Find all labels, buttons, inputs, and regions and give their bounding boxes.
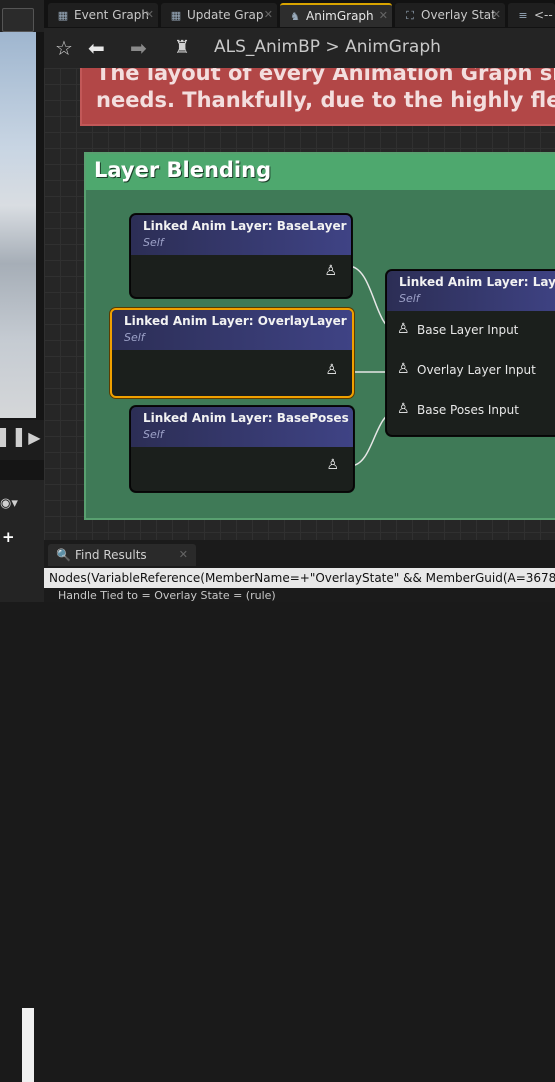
tab-anim-graph[interactable]: ♞ AnimGraph ✕	[280, 3, 392, 27]
node-title: Linked Anim Layer: LayerBl	[399, 275, 555, 289]
find-query-input[interactable]: Nodes(VariableReference(MemberName=+"Ove…	[44, 568, 555, 588]
node-header: Linked Anim Layer: BasePoses Self	[131, 407, 353, 447]
list-icon: ≡	[518, 9, 528, 22]
node-header: Linked Anim Layer: BaseLayer Self	[131, 215, 351, 255]
state-icon: ⛶	[406, 9, 414, 22]
pose-input-pin-icon[interactable]: ♙	[397, 361, 410, 377]
star-icon[interactable]: ☆	[52, 36, 76, 60]
node-subtitle: Self	[143, 428, 164, 441]
play-reverse-icon[interactable]: ▌	[0, 428, 12, 447]
node-title: Linked Anim Layer: BasePoses	[143, 411, 349, 425]
tab-find-results[interactable]: 🔍 Find Results ✕	[48, 544, 196, 566]
eye-icon[interactable]: ◉▾	[0, 496, 18, 511]
node-title: Linked Anim Layer: OverlayLayer	[124, 314, 347, 328]
document-tab-bar: ▦ Event Graph ✕ ▦ Update Grap ✕ ♞ AnimGraph ✕ …	[44, 0, 555, 28]
node-linked-anim-layer-overlaylayer[interactable]: Linked Anim Layer: OverlayLayer Self ♙	[110, 308, 354, 398]
breadcrumb-asset[interactable]: ALS_AnimBP	[214, 37, 320, 57]
node-subtitle: Self	[143, 236, 164, 249]
details-list	[22, 1008, 34, 1082]
viewport-panel: ▌ ▌▶ ◉▾ +	[0, 0, 44, 1082]
pin-label-base-poses-input: Base Poses Input	[417, 403, 519, 417]
viewport-preview[interactable]	[0, 32, 36, 418]
node-title: Linked Anim Layer: BaseLayer	[143, 219, 347, 233]
close-icon[interactable]: ✕	[179, 544, 188, 566]
node-linked-anim-layer-baselayer[interactable]: Linked Anim Layer: BaseLayer Self ♙	[130, 214, 352, 298]
pin-label-overlay-layer-input: Overlay Layer Input	[417, 363, 536, 377]
forward-arrow-icon[interactable]: ➡	[130, 36, 147, 60]
details-panel: ◉▾ +	[0, 480, 44, 1082]
pose-output-pin-icon[interactable]: ♙	[326, 457, 339, 473]
playback-controls: ▌ ▌▶	[0, 420, 44, 460]
pose-input-pin-icon[interactable]: ♙	[397, 401, 410, 417]
node-subtitle: Self	[399, 292, 420, 305]
add-icon[interactable]: +	[2, 528, 15, 546]
node-linked-anim-layer-layerblending[interactable]: Linked Anim Layer: LayerBl Self ♙ Base L…	[386, 270, 555, 436]
breadcrumb-graph[interactable]: AnimGraph	[345, 37, 441, 57]
pin-label-base-layer-input: Base Layer Input	[417, 323, 519, 337]
tab-label: Overlay Stat	[421, 8, 496, 22]
search-icon: 🔍	[56, 548, 71, 562]
graph-canvas[interactable]: The layout of every Animation Graph shou…	[44, 68, 555, 540]
graph-toolbar: ☆ ⬅ ➡ ♜ ALS_AnimBP > AnimGraph	[44, 28, 555, 69]
close-icon[interactable]: ✕	[264, 3, 273, 27]
node-linked-anim-layer-baseposes[interactable]: Linked Anim Layer: BasePoses Self ♙	[130, 406, 354, 492]
step-forward-icon[interactable]: ▌▶	[16, 428, 41, 447]
tab-label: <--	[534, 8, 553, 22]
graph-icon: ▦	[170, 9, 182, 22]
find-result-row[interactable]: Handle Tied to = Overlay State = (rule)	[58, 589, 276, 602]
blueprint-icon: ♜	[174, 37, 191, 58]
tab-label: Find Results	[74, 548, 147, 562]
tab-event-graph[interactable]: ▦ Event Graph ✕	[48, 3, 158, 27]
pose-input-pin-icon[interactable]: ♙	[397, 321, 410, 337]
find-results-panel: 🔍 Find Results ✕ Nodes(VariableReference(M…	[44, 540, 555, 602]
breadcrumb-separator: >	[325, 37, 340, 57]
back-arrow-icon[interactable]: ⬅	[88, 36, 105, 60]
viewport-options-button[interactable]	[2, 8, 34, 32]
tab-label: AnimGraph	[306, 9, 374, 23]
tab-overlay-state[interactable]: ⛶ Overlay Stat ✕	[395, 3, 505, 27]
tab-update-graph[interactable]: ▦ Update Grap ✕	[161, 3, 277, 27]
viewport-toolbar	[0, 0, 44, 32]
pose-output-pin-icon[interactable]: ♙	[324, 263, 337, 279]
anim-icon: ♞	[290, 10, 300, 23]
close-icon[interactable]: ✕	[492, 3, 501, 27]
close-icon[interactable]: ✕	[379, 5, 388, 27]
graph-icon: ▦	[57, 9, 69, 22]
tab-label: Event Graph	[74, 8, 149, 22]
breadcrumb: ALS_AnimBP > AnimGraph	[214, 36, 441, 58]
tab-list[interactable]: ≡ <--	[508, 3, 555, 27]
pose-output-pin-icon[interactable]: ♙	[325, 362, 338, 378]
node-header: Linked Anim Layer: LayerBl Self	[387, 271, 555, 311]
node-subtitle: Self	[124, 331, 145, 344]
node-header: Linked Anim Layer: OverlayLayer Self	[112, 310, 352, 350]
close-icon[interactable]: ✕	[145, 3, 154, 27]
tab-label: Update Grap	[187, 8, 264, 22]
